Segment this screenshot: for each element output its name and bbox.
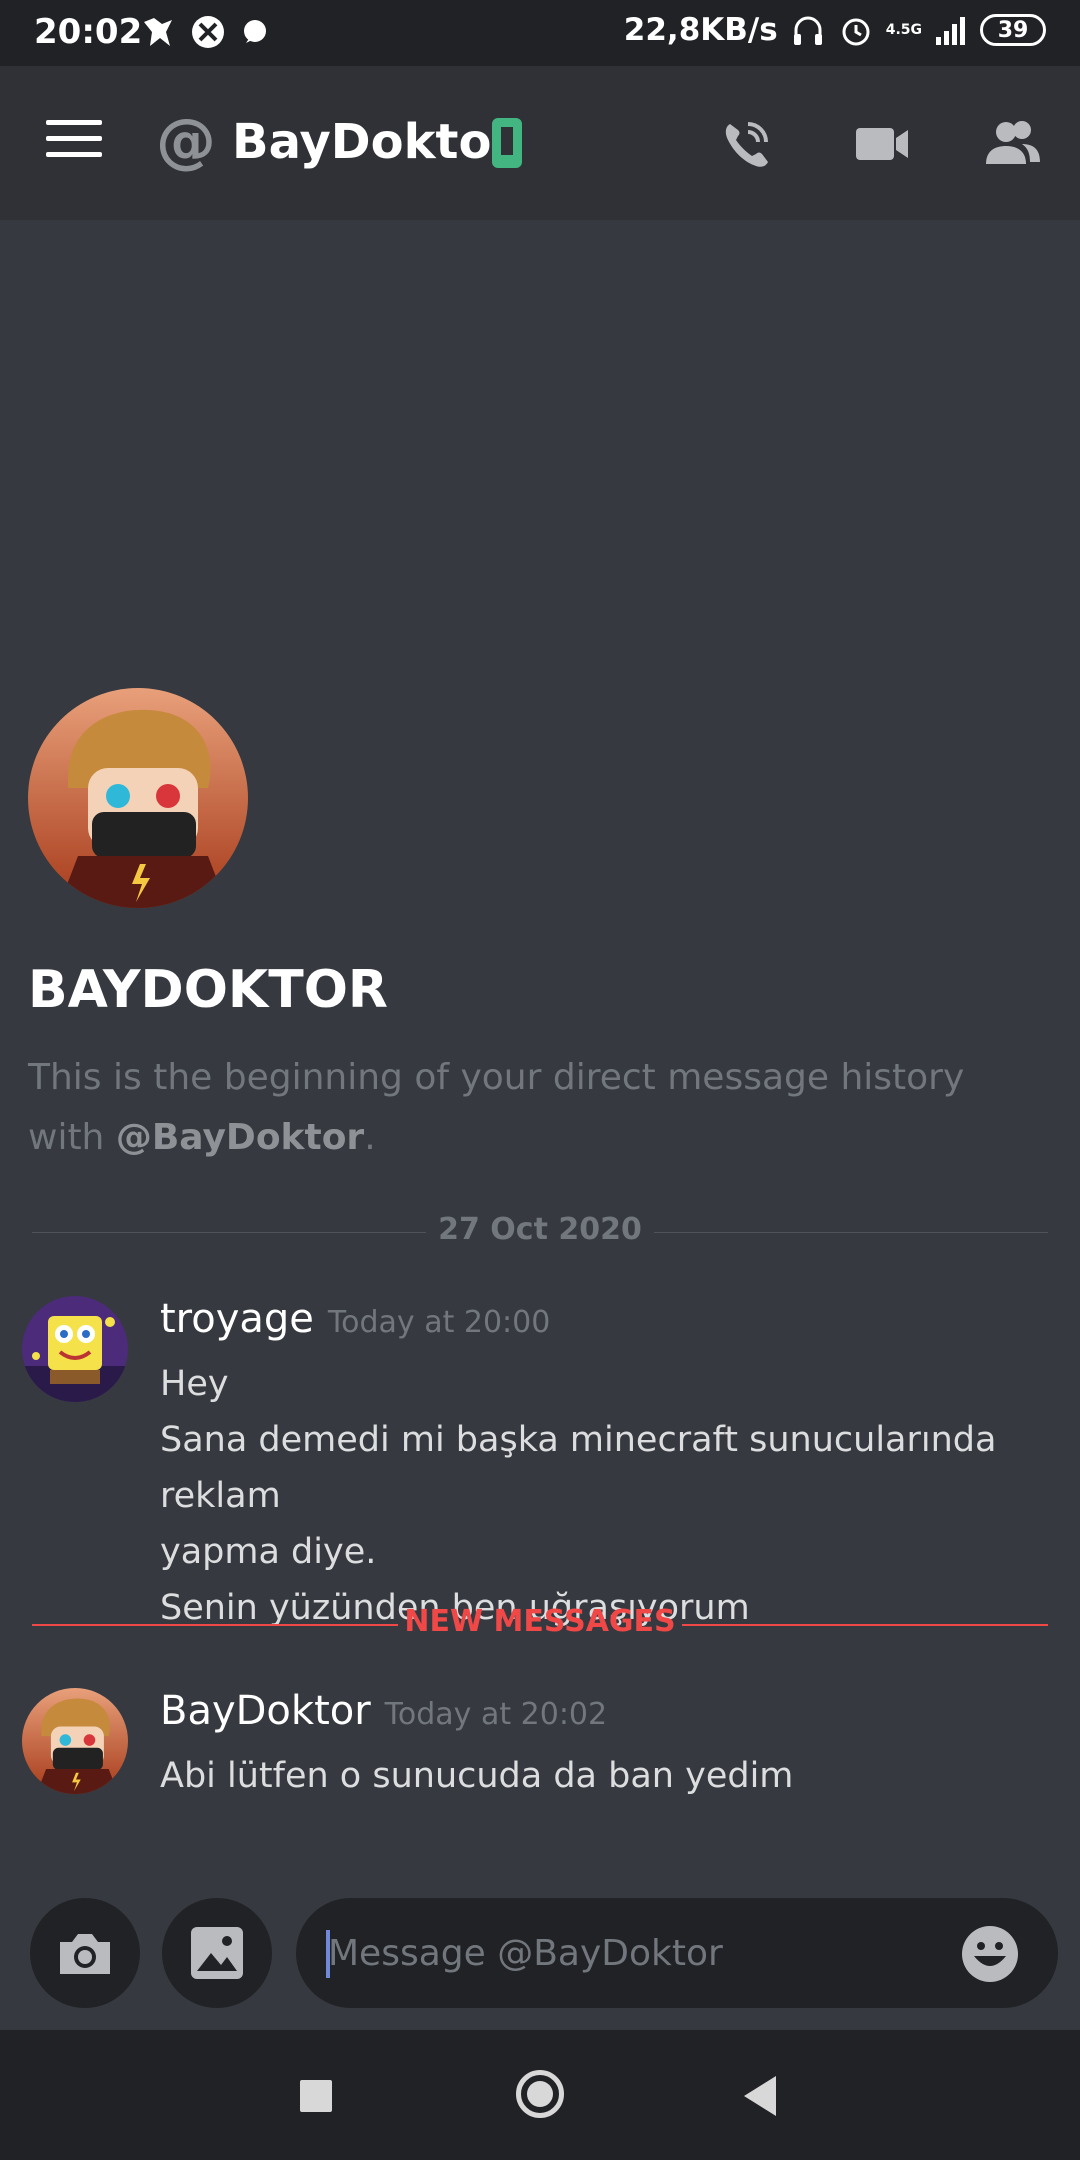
intro-avatar bbox=[28, 688, 248, 908]
emoji-icon[interactable] bbox=[960, 1924, 1020, 1984]
phone-call-icon[interactable] bbox=[718, 116, 778, 172]
message-input-bar bbox=[0, 1880, 1080, 2030]
net-speed: 22,8KB/s bbox=[623, 12, 778, 48]
message-body: BayDoktor Today at 20:02 Abi lütfen o su… bbox=[160, 1688, 1060, 1804]
new-messages-label: NEW MESSAGES bbox=[404, 1604, 676, 1639]
status-right: 22,8KB/s 4.5G 39 bbox=[624, 12, 1046, 48]
status-bar: 20:02 22,8KB/s 4.5G 39 bbox=[0, 0, 1080, 66]
new-messages-divider: NEW MESSAGES bbox=[32, 1604, 1048, 1644]
message-header: BayDoktor Today at 20:02 bbox=[160, 1688, 1060, 1748]
gallery-button[interactable] bbox=[162, 1898, 272, 2008]
camera-icon bbox=[60, 1934, 110, 1974]
network-type: 4.5G bbox=[886, 23, 922, 37]
baydoktor-avatar-image bbox=[22, 1688, 128, 1794]
intro-desc-end: . bbox=[364, 1117, 376, 1158]
intro-mention[interactable]: @BayDoktor bbox=[116, 1117, 364, 1158]
date-divider: 27 Oct 2020 bbox=[32, 1212, 1048, 1252]
sync-icon bbox=[192, 16, 224, 48]
new-divider-line-right bbox=[682, 1624, 1048, 1626]
troyage-avatar-image bbox=[22, 1296, 128, 1402]
baydoktor-avatar-image bbox=[28, 688, 248, 908]
battery-level: 39 bbox=[997, 17, 1029, 43]
image-icon bbox=[191, 1927, 243, 1979]
message-body: troyage Today at 20:00 Hey Sana demedi m… bbox=[160, 1296, 1060, 1636]
recents-button[interactable] bbox=[300, 2080, 332, 2112]
message-line[interactable]: Hey bbox=[160, 1356, 1060, 1412]
text-caret bbox=[326, 1930, 330, 1978]
message-author[interactable]: troyage bbox=[160, 1296, 314, 1342]
intro-description: This is the beginning of your direct mes… bbox=[28, 1048, 1038, 1168]
status-time: 20:02 bbox=[34, 12, 143, 52]
at-icon: @ bbox=[156, 106, 216, 176]
signal-icon bbox=[936, 17, 965, 45]
date-divider-label: 27 Oct 2020 bbox=[438, 1212, 642, 1247]
divider-line-right bbox=[654, 1232, 1048, 1233]
message-line[interactable]: yapma diye. bbox=[160, 1524, 1060, 1580]
camera-button[interactable] bbox=[30, 1898, 140, 2008]
mobile-online-icon bbox=[492, 118, 522, 168]
back-button[interactable] bbox=[744, 2076, 776, 2116]
channel-title: BayDoktor bbox=[232, 114, 516, 170]
avatar[interactable] bbox=[22, 1296, 128, 1402]
message-timestamp: Today at 20:02 bbox=[384, 1697, 608, 1732]
battery-indicator: 39 bbox=[980, 14, 1046, 46]
video-call-icon[interactable] bbox=[852, 116, 912, 172]
alarm-icon bbox=[842, 18, 870, 46]
message-line[interactable]: Sana demedi mi başka minecraft sunucular… bbox=[160, 1412, 1060, 1524]
message-input[interactable] bbox=[296, 1898, 1058, 2008]
message-timestamp: Today at 20:00 bbox=[327, 1305, 551, 1340]
members-icon[interactable] bbox=[982, 116, 1042, 172]
intro-name: BAYDOKTOR bbox=[28, 960, 388, 1020]
network-label: 4.5G bbox=[885, 22, 922, 38]
avatar[interactable] bbox=[22, 1688, 128, 1794]
chat-bubble-icon bbox=[244, 20, 266, 43]
notification-icons bbox=[140, 14, 270, 50]
headphones-icon bbox=[793, 16, 822, 45]
message-author[interactable]: BayDoktor bbox=[160, 1688, 371, 1734]
system-nav-bar bbox=[0, 2030, 1080, 2160]
message-header: troyage Today at 20:00 bbox=[160, 1296, 1060, 1356]
message-line[interactable]: Abi lütfen o sunucuda da ban yedim bbox=[160, 1748, 1060, 1804]
home-button[interactable] bbox=[516, 2070, 564, 2118]
menu-icon[interactable] bbox=[46, 120, 102, 168]
notification-app-icon bbox=[144, 18, 172, 46]
channel-header: @ BayDoktor bbox=[0, 66, 1080, 220]
